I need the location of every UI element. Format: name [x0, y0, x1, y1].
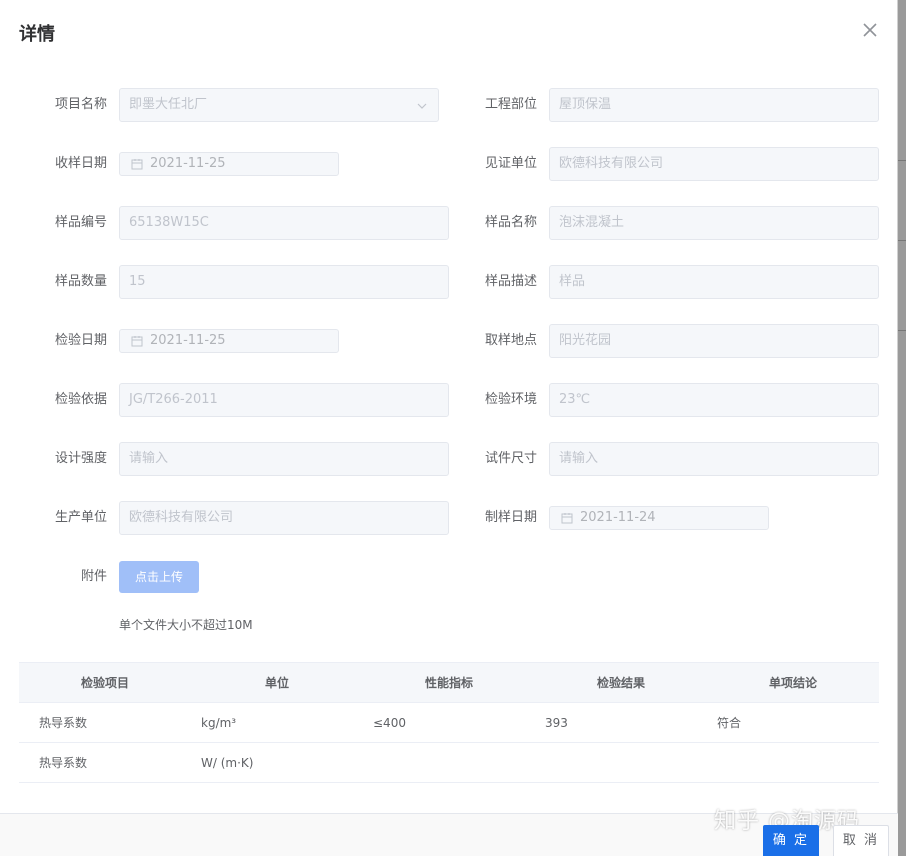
- table-cell: 热导系数: [39, 716, 88, 730]
- detail-dialog: 详情 项目名称 即墨大任北厂 收样日期 2021-11-25 样品编号 65138W15C…: [0, 0, 898, 856]
- field-label: 见证单位: [484, 156, 537, 171]
- date-picker[interactable]: 2021-11-24: [549, 506, 769, 530]
- field-label: 检验环境: [484, 392, 537, 407]
- cancel-button[interactable]: 取 消: [833, 825, 889, 856]
- table-header-cell: 单项结论: [768, 676, 817, 690]
- table-cell: 符合: [717, 716, 742, 730]
- field-value: 样品: [559, 274, 586, 289]
- table-header-cell: 检验结果: [596, 676, 645, 690]
- close-icon: [863, 23, 877, 37]
- form-row: 工程部位 屋顶保温: [0, 88, 898, 122]
- calendar-icon: [561, 513, 573, 524]
- table-cell: [535, 743, 707, 782]
- text-field[interactable]: 样品: [549, 265, 879, 299]
- table-body: 热导系数 kg/m³ ≤400 393 符合 热导系数 W/ (m·K): [19, 703, 879, 783]
- table-cell: 热导系数: [39, 756, 88, 770]
- field-label: 样品名称: [484, 215, 537, 230]
- field-label: 样品描述: [484, 274, 537, 289]
- table-cell: 393: [545, 716, 568, 730]
- form-row: 见证单位 欧德科技有限公司: [0, 147, 898, 181]
- form-row: 试件尺寸 请输入: [0, 442, 898, 476]
- text-field[interactable]: 阳光花园: [549, 324, 879, 358]
- field-value: 屋顶保温: [559, 97, 612, 112]
- inspection-table: 检验项目 单位 性能指标 检验结果 单项结论 热导系数 kg/m³ ≤400 393 符合 热导系…: [19, 662, 879, 783]
- field-value: 23℃: [559, 392, 591, 407]
- upload-button[interactable]: 点击上传: [119, 561, 199, 593]
- attachment-label: 附件: [80, 569, 107, 584]
- text-field[interactable]: 泡沫混凝土: [549, 206, 879, 240]
- dialog-title: 详情: [19, 24, 55, 45]
- text-field[interactable]: 请输入: [549, 442, 879, 476]
- table-cell: kg/m³: [201, 716, 237, 730]
- confirm-button[interactable]: 确 定: [763, 825, 819, 856]
- table-row: 热导系数 W/ (m·K): [19, 743, 879, 783]
- field-value: 泡沫混凝土: [559, 215, 625, 230]
- field-label: 试件尺寸: [484, 451, 537, 466]
- table-header: 检验项目 单位 性能指标 检验结果 单项结论: [19, 663, 879, 703]
- field-value: 阳光花园: [559, 333, 612, 348]
- table-row: 热导系数 kg/m³ ≤400 393 符合: [19, 703, 879, 743]
- form-row: 取样地点 阳光花园: [0, 324, 898, 358]
- close-button[interactable]: [858, 18, 882, 42]
- field-value: 2021-11-24: [580, 510, 656, 525]
- field-label: 制样日期: [484, 510, 537, 525]
- field-placeholder: 请输入: [559, 451, 599, 466]
- table-cell: ≤400: [373, 716, 406, 730]
- table-header-cell: 性能指标: [424, 676, 473, 690]
- text-field[interactable]: 屋顶保温: [549, 88, 879, 122]
- field-label: 工程部位: [484, 97, 537, 112]
- form-row: 样品描述 样品: [0, 265, 898, 299]
- form-row: 样品名称 泡沫混凝土: [0, 206, 898, 240]
- table-header-cell: 检验项目: [80, 676, 129, 690]
- table-cell: [707, 743, 879, 782]
- table-cell: [363, 743, 535, 782]
- form-row: 检验环境 23℃: [0, 383, 898, 417]
- form-row: 制样日期 2021-11-24: [0, 501, 898, 535]
- upload-tip: 单个文件大小不超过10M: [119, 618, 253, 632]
- field-value: 欧德科技有限公司: [559, 156, 664, 171]
- table-header-cell: 单位: [264, 676, 289, 690]
- table-cell: W/ (m·K): [201, 756, 254, 770]
- text-field[interactable]: 欧德科技有限公司: [549, 147, 879, 181]
- field-label: 取样地点: [484, 333, 537, 348]
- text-field[interactable]: 23℃: [549, 383, 879, 417]
